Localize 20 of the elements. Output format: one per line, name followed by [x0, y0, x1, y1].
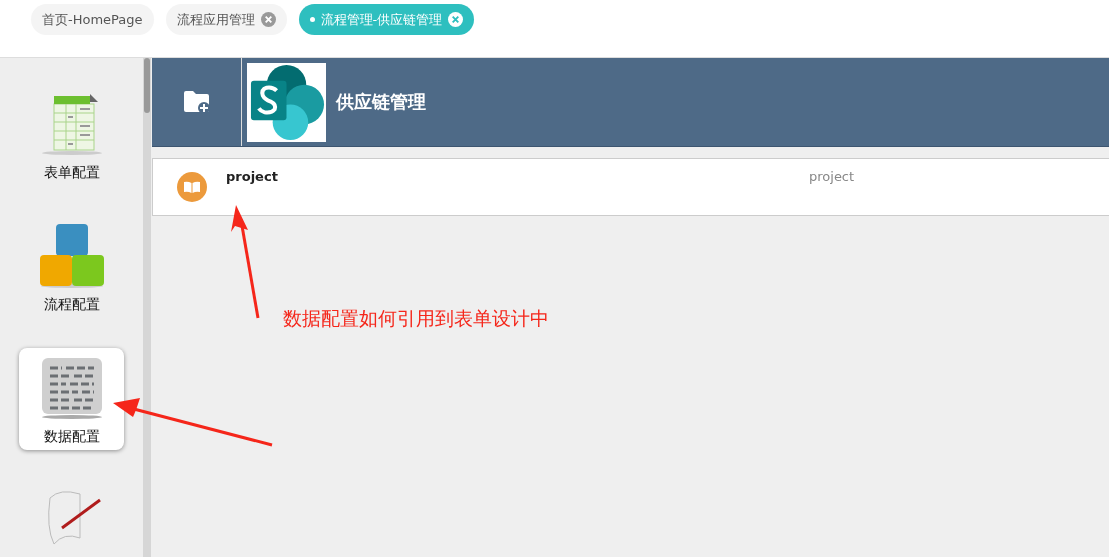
tab[interactable]: 首页-HomePage	[31, 4, 154, 35]
close-icon[interactable]	[260, 12, 276, 27]
sidebar-item[interactable]: 表单配置	[19, 84, 124, 186]
logo-icon	[247, 62, 326, 142]
row-value: project	[809, 169, 855, 184]
annotation-text: 数据配置如何引用到表单设计中	[283, 306, 549, 331]
add-folder-icon[interactable]	[182, 90, 211, 114]
sidebar-label: 数据配置	[43, 428, 100, 446]
sidebar-item[interactable]: 流程配置	[19, 216, 124, 318]
row-name: project	[226, 169, 278, 184]
book-icon	[177, 172, 207, 202]
text-document-icon	[39, 356, 104, 420]
list-row[interactable]: project project	[152, 158, 1109, 216]
sidebar-label: 表单配置	[43, 164, 100, 182]
header-title: 供应链管理	[336, 90, 426, 114]
blocks-icon	[39, 224, 104, 288]
sidebar-item[interactable]: 数据配置	[19, 348, 124, 450]
sidebar-label: 流程配置	[43, 296, 100, 314]
close-icon[interactable]	[448, 12, 464, 27]
tab[interactable]: 流程应用管理	[165, 4, 287, 35]
